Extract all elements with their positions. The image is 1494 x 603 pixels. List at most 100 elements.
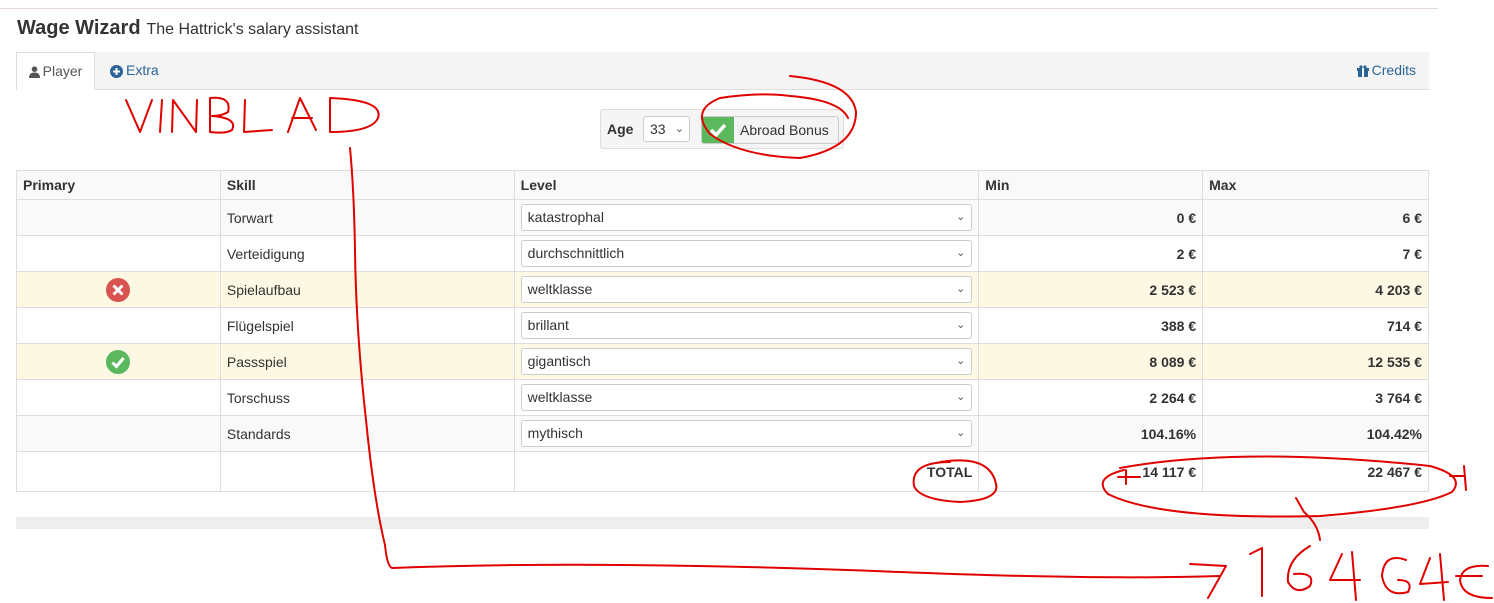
age-control-group: Age 33 ⌄ Abroad Bonus [600, 109, 844, 149]
level-value: mythisch [527, 425, 583, 441]
total-min: 14 117 € [978, 451, 1204, 492]
age-select[interactable]: 33 ⌄ [643, 116, 690, 142]
annotation-name-scribble [125, 96, 380, 134]
abroad-bonus-label: Abroad Bonus [740, 122, 829, 138]
max-value: 104.42% [1202, 415, 1429, 452]
min-value: 0 € [978, 199, 1204, 236]
primary-cell[interactable] [16, 307, 221, 344]
level-select[interactable]: gigantisch ⌄ [520, 348, 973, 375]
max-value: 714 € [1202, 307, 1429, 344]
level-value: weltklasse [527, 281, 593, 297]
skills-table: Primary Skill Level Min Max Torwart kata… [16, 170, 1429, 492]
tab-player[interactable]: Player [16, 52, 95, 90]
skill-name: Flügelspiel [219, 307, 515, 344]
table-row: Flügelspiel brillant ⌄ 388 € 714 € [16, 307, 1429, 344]
level-cell: gigantisch ⌄ [513, 343, 980, 380]
max-value: 3 764 € [1202, 379, 1429, 416]
level-cell: weltklasse ⌄ [513, 271, 980, 308]
level-value: katastrophal [527, 209, 604, 225]
level-cell: brillant ⌄ [513, 307, 980, 344]
max-value: 7 € [1202, 235, 1429, 272]
chevron-down-icon: ⌄ [956, 247, 966, 259]
skill-name: Spielaufbau [219, 271, 515, 308]
skill-name: Torschuss [219, 379, 515, 416]
primary-cell[interactable] [16, 271, 221, 308]
min-value: 2 264 € [978, 379, 1204, 416]
chevron-down-icon: ⌄ [956, 427, 966, 439]
age-label: Age [607, 121, 634, 137]
min-value: 2 € [978, 235, 1204, 272]
top-border [0, 0, 1438, 9]
column-header-max: Max [1202, 170, 1429, 200]
empty-cell [16, 451, 221, 492]
level-cell: durchschnittlich ⌄ [513, 235, 980, 272]
min-value: 8 089 € [978, 343, 1204, 380]
table-row: Standards mythisch ⌄ 104.16% 104.42% [16, 415, 1429, 452]
annotation-tick-right [1449, 465, 1467, 491]
plus-circle-icon [110, 64, 123, 78]
level-value: gigantisch [527, 353, 591, 369]
level-value: brillant [527, 317, 569, 333]
min-value: 2 523 € [978, 271, 1204, 308]
x-circle-icon[interactable] [106, 277, 131, 302]
chevron-down-icon: ⌄ [956, 211, 966, 223]
age-value: 33 [650, 121, 666, 137]
level-value: durchschnittlich [527, 245, 625, 261]
skill-name: Standards [219, 415, 515, 452]
table-row: Torwart katastrophal ⌄ 0 € 6 € [16, 199, 1429, 236]
primary-cell[interactable] [16, 415, 221, 452]
skill-name: Torwart [219, 199, 515, 236]
checkbox-checked[interactable] [702, 117, 734, 143]
min-value: 104.16% [978, 415, 1204, 452]
chevron-down-icon: ⌄ [956, 355, 966, 367]
total-max: 22 467 € [1202, 451, 1429, 492]
column-header-skill: Skill [219, 170, 515, 200]
level-select[interactable]: weltklasse ⌄ [520, 276, 973, 303]
page-title: Wage Wizard The Hattrick's salary assist… [17, 17, 358, 40]
column-header-min: Min [978, 170, 1204, 200]
table-row: Spielaufbau weltklasse ⌄ 2 523 € 4 203 € [16, 271, 1429, 308]
primary-cell[interactable] [16, 235, 221, 272]
min-value: 388 € [978, 307, 1204, 344]
primary-cell[interactable] [16, 343, 221, 380]
level-select[interactable]: mythisch ⌄ [520, 420, 973, 447]
level-select[interactable]: durchschnittlich ⌄ [520, 240, 973, 267]
level-select[interactable]: weltklasse ⌄ [520, 384, 973, 411]
level-cell: katastrophal ⌄ [513, 199, 980, 236]
total-label: TOTAL [513, 451, 980, 492]
max-value: 12 535 € [1202, 343, 1429, 380]
max-value: 6 € [1202, 199, 1429, 236]
column-header-primary: Primary [16, 170, 221, 200]
app-subtitle: The Hattrick's salary assistant [146, 21, 359, 38]
check-icon [709, 123, 727, 138]
column-header-level: Level [513, 170, 980, 200]
tab-credits-label: Credits [1371, 62, 1416, 78]
empty-cell [219, 451, 515, 492]
level-select[interactable]: brillant ⌄ [520, 312, 973, 339]
app-title: Wage Wizard [17, 17, 141, 39]
skill-name: Verteidigung [219, 235, 515, 272]
tab-extra[interactable]: Extra [110, 52, 159, 89]
primary-cell[interactable] [16, 199, 221, 236]
level-cell: weltklasse ⌄ [513, 379, 980, 416]
annotation-result-scribble [1189, 545, 1493, 601]
max-value: 4 203 € [1202, 271, 1429, 308]
skill-name: Passspiel [219, 343, 515, 380]
chevron-down-icon: ⌄ [674, 123, 684, 135]
primary-cell[interactable] [16, 379, 221, 416]
level-value: weltklasse [527, 389, 593, 405]
tab-extra-label: Extra [126, 62, 159, 78]
chevron-down-icon: ⌄ [956, 391, 966, 403]
table-row: Passspiel gigantisch ⌄ 8 089 € 12 535 € [16, 343, 1429, 380]
level-cell: mythisch ⌄ [513, 415, 980, 452]
table-row: Verteidigung durchschnittlich ⌄ 2 € 7 € [16, 235, 1429, 272]
footer-bar [16, 517, 1429, 529]
check-circle-icon[interactable] [106, 349, 131, 374]
gift-icon [1356, 65, 1369, 78]
table-row: Torschuss weltklasse ⌄ 2 264 € 3 764 € [16, 379, 1429, 416]
tab-credits[interactable]: Credits [1356, 52, 1416, 89]
abroad-bonus-toggle[interactable]: Abroad Bonus [701, 116, 839, 144]
user-icon [28, 66, 40, 79]
tab-player-label: Player [42, 63, 83, 79]
level-select[interactable]: katastrophal ⌄ [520, 204, 973, 231]
